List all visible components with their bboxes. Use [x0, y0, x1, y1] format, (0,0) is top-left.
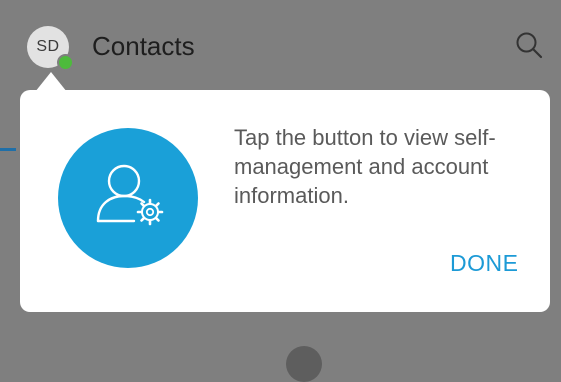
- feature-badge: [58, 128, 198, 268]
- avatar-initials: SD: [36, 38, 60, 55]
- user-settings-icon: [96, 164, 164, 226]
- done-button[interactable]: DONE: [444, 246, 524, 281]
- bottom-action-hint: [286, 346, 322, 382]
- popover-arrow: [35, 72, 67, 92]
- popover-message: Tap the button to view self-management a…: [234, 125, 496, 208]
- onboarding-popover: Tap the button to view self-management a…: [20, 90, 550, 312]
- app-bar: SD Contacts: [0, 0, 561, 90]
- tab-indicator: [0, 148, 16, 151]
- search-icon: [516, 32, 543, 59]
- search-button[interactable]: [514, 30, 544, 60]
- page-title: Contacts: [92, 31, 195, 61]
- presence-status-dot: [57, 54, 74, 71]
